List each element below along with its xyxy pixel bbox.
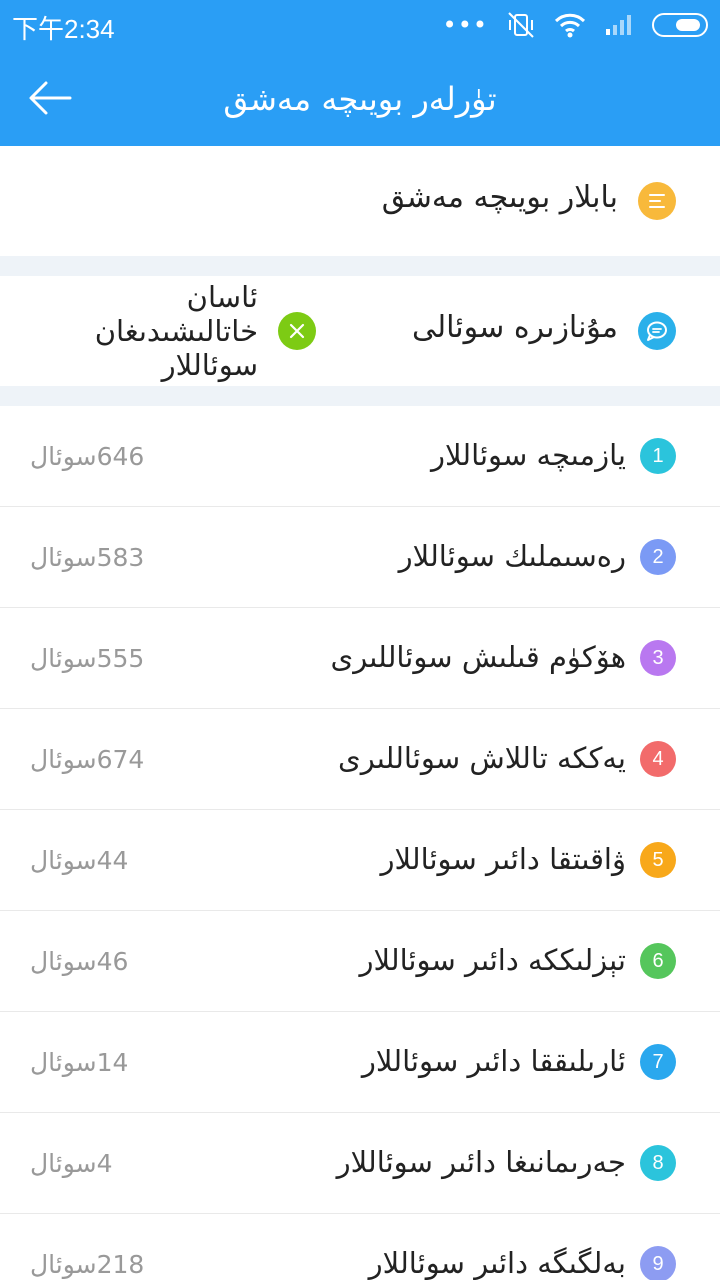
category-number: 4 <box>640 741 676 777</box>
question-count: 4سوئال <box>30 1149 113 1178</box>
question-count: 646سوئال <box>30 442 145 471</box>
category-row[interactable]: 3 ھۆكۈم قىلىش سوئاللىرى 555سوئال <box>0 608 720 709</box>
category-row[interactable]: 4 يەككە تاللاش سوئاللىرى 674سوئال <box>0 709 720 810</box>
chat-bubble-icon <box>638 312 676 350</box>
chapter-practice-item[interactable]: بابلار بويىچە مەشق <box>0 146 720 256</box>
vibrate-off-icon <box>508 12 534 38</box>
chapter-practice-label: بابلار بويىچە مەشق <box>381 180 618 215</box>
question-count: 14سوئال <box>30 1048 129 1077</box>
category-number: 3 <box>640 640 676 676</box>
category-row[interactable]: 5 ۋاقىتقا دائىر سوئاللار 44سوئال <box>0 810 720 911</box>
category-number: 8 <box>640 1145 676 1181</box>
close-circle-icon <box>278 312 316 350</box>
category-number: 2 <box>640 539 676 575</box>
category-title: ئارىلىققا دائىر سوئاللار <box>361 1044 626 1078</box>
discussion-questions-label[interactable]: مۇنازىرە سوئالى <box>412 310 618 345</box>
category-row[interactable]: 8 جەرىمانىغا دائىر سوئاللار 4سوئال <box>0 1113 720 1214</box>
category-title: يازمىچە سوئاللار <box>430 438 626 472</box>
list-icon <box>638 182 676 220</box>
wrong-questions-label: ئاسان خاتالىشىدىغان سوئاللار <box>94 280 258 382</box>
status-time: 下午2:34 <box>12 14 115 44</box>
battery-icon <box>652 13 708 37</box>
category-list: 1 يازمىچە سوئاللار 646سوئال 2 رەسىملىك س… <box>0 406 720 1280</box>
more-dots-icon: ••• <box>442 11 488 39</box>
category-row[interactable]: 1 يازمىچە سوئاللار 646سوئال <box>0 406 720 507</box>
category-number: 5 <box>640 842 676 878</box>
signal-icon <box>606 15 631 35</box>
category-title: بەلگىگە دائىر سوئاللار <box>368 1246 626 1280</box>
category-number: 9 <box>640 1246 676 1280</box>
category-title: جەرىمانىغا دائىر سوئاللار <box>336 1145 626 1179</box>
question-count: 674سوئال <box>30 745 145 774</box>
category-title: ۋاقىتقا دائىر سوئاللار <box>380 842 627 876</box>
category-row[interactable]: 7 ئارىلىققا دائىر سوئاللار 14سوئال <box>0 1012 720 1113</box>
page-title: تۈرلەر بويىچە مەشق <box>223 80 497 118</box>
question-count: 583سوئال <box>30 543 145 572</box>
question-count: 44سوئال <box>30 846 129 875</box>
question-count: 218سوئال <box>30 1250 145 1279</box>
status-icons: ••• <box>443 10 708 40</box>
question-count: 46سوئال <box>30 947 129 976</box>
category-row[interactable]: 9 بەلگىگە دائىر سوئاللار 218سوئال <box>0 1214 720 1280</box>
wrong-questions-button[interactable]: ئاسان خاتالىشىدىغان سوئاللار <box>60 276 316 386</box>
category-number: 1 <box>640 438 676 474</box>
category-row[interactable]: 6 تېزلىككە دائىر سوئاللار 46سوئال <box>0 911 720 1012</box>
wifi-icon <box>554 13 586 38</box>
category-title: ھۆكۈم قىلىش سوئاللىرى <box>330 640 626 674</box>
category-number: 7 <box>640 1044 676 1080</box>
category-row[interactable]: 2 رەسىملىك سوئاللار 583سوئال <box>0 507 720 608</box>
category-title: رەسىملىك سوئاللار <box>398 539 626 573</box>
status-bar: 下午2:34 ••• <box>0 0 720 50</box>
special-practice-section: مۇنازىرە سوئالى ئاسان خاتالىشىدىغان سوئا… <box>0 276 720 386</box>
app-bar: تۈرلەر بويىچە مەشق <box>0 50 720 146</box>
category-title: يەككە تاللاش سوئاللىرى <box>338 741 626 775</box>
question-count: 555سوئال <box>30 644 145 673</box>
category-title: تېزلىككە دائىر سوئاللار <box>359 943 626 977</box>
category-number: 6 <box>640 943 676 979</box>
